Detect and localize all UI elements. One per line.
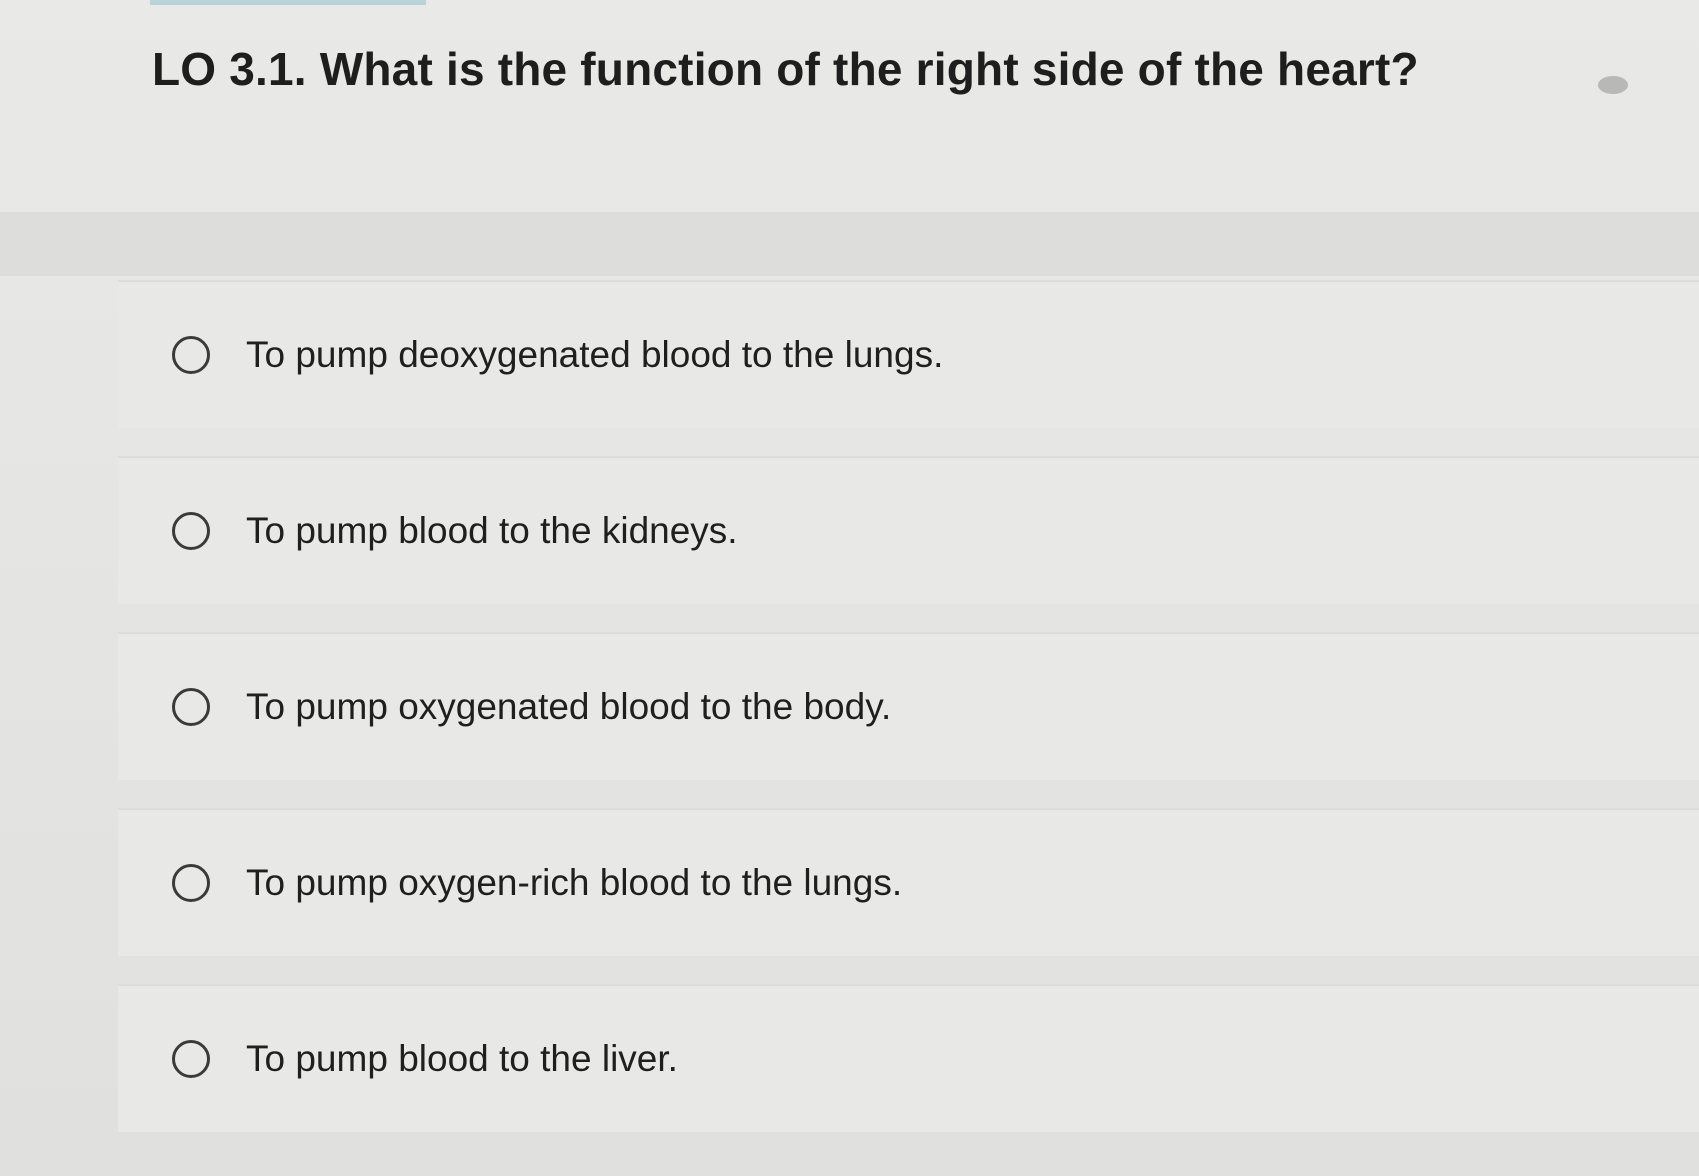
answer-option[interactable]: To pump oxygenated blood to the body.: [118, 632, 1699, 780]
answer-option-label: To pump oxygen-rich blood to the lungs.: [246, 862, 903, 903]
radio-button-icon[interactable]: [172, 336, 210, 374]
radio-button-icon[interactable]: [172, 864, 210, 902]
radio-button-icon[interactable]: [172, 688, 210, 726]
radio-button-icon[interactable]: [172, 512, 210, 550]
quiz-screen: LO 3.1. What is the function of the righ…: [0, 0, 1699, 1176]
answer-option[interactable]: To pump blood to the kidneys.: [118, 456, 1699, 604]
answer-option[interactable]: To pump oxygen-rich blood to the lungs.: [118, 808, 1699, 956]
answer-option[interactable]: To pump deoxygenated blood to the lungs.: [118, 280, 1699, 428]
answer-option-label: To pump deoxygenated blood to the lungs.: [246, 334, 944, 375]
answer-option[interactable]: To pump blood to the liver.: [118, 984, 1699, 1132]
answer-options: To pump deoxygenated blood to the lungs.…: [0, 0, 1699, 1176]
answer-option-label: To pump oxygenated blood to the body.: [246, 686, 892, 727]
radio-button-icon[interactable]: [172, 1040, 210, 1078]
answer-option-label: To pump blood to the kidneys.: [246, 510, 738, 551]
answer-option-label: To pump blood to the liver.: [246, 1038, 678, 1079]
